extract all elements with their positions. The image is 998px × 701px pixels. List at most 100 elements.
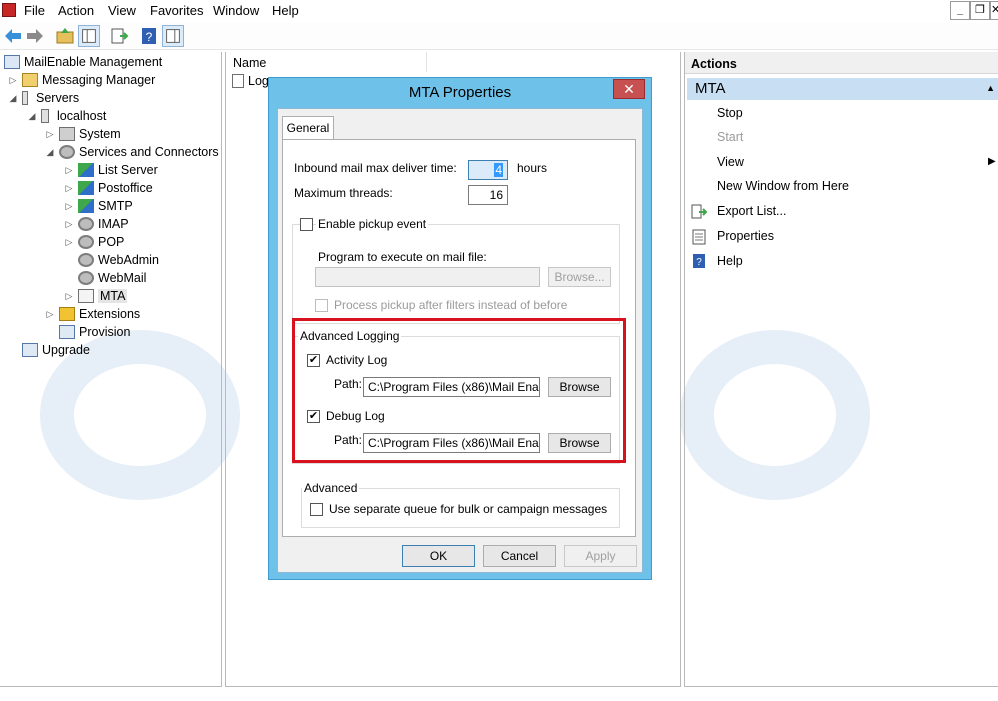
- tab-general[interactable]: General: [282, 116, 334, 140]
- connector-arrows-icon: [78, 181, 94, 195]
- help-icon[interactable]: ?: [138, 25, 160, 47]
- max-threads-field[interactable]: 16: [468, 185, 508, 205]
- upgrade-icon: [22, 343, 38, 357]
- tree-item-label: MTA: [98, 289, 128, 303]
- collapse-arrow-icon[interactable]: ◢: [8, 93, 18, 104]
- pickup-checkbox-label: Enable pickup event: [316, 217, 429, 231]
- forward-arrow-icon[interactable]: [24, 25, 46, 47]
- navigation-tree: MailEnable Management ▷ Messaging Manage…: [0, 52, 222, 687]
- separate-queue-label: Use separate queue for bulk or campaign …: [329, 502, 608, 516]
- export-list-icon: [691, 204, 707, 219]
- column-header-name[interactable]: Name: [227, 52, 427, 72]
- menu-file[interactable]: File: [24, 3, 45, 18]
- up-folder-icon[interactable]: [54, 25, 76, 47]
- tree-item-messaging-manager[interactable]: ▷ Messaging Manager: [8, 71, 155, 89]
- action-export-list[interactable]: Export List...: [717, 204, 786, 218]
- actions-section-mta[interactable]: MTA ▲: [687, 78, 998, 100]
- connector-arrows-icon: [78, 163, 94, 177]
- collapse-arrow-icon[interactable]: ◢: [45, 147, 55, 158]
- browse-program-button: Browse...: [548, 267, 611, 287]
- highlight-box: [292, 318, 626, 463]
- server-icon: [41, 109, 49, 123]
- dialog-close-button[interactable]: ✕: [613, 79, 645, 99]
- expand-arrow-icon[interactable]: ▷: [64, 237, 74, 248]
- tree-item-servers[interactable]: ◢ Servers: [8, 89, 79, 107]
- gear-icon: [78, 271, 94, 285]
- svg-text:?: ?: [146, 30, 153, 44]
- expand-arrow-icon[interactable]: ▷: [64, 183, 74, 194]
- expand-arrow-icon[interactable]: ▷: [64, 165, 74, 176]
- gear-icon: [59, 145, 75, 159]
- expand-arrow-icon[interactable]: ▷: [45, 129, 55, 140]
- expand-arrow-icon[interactable]: ▷: [45, 309, 55, 320]
- tree-item-upgrade[interactable]: Upgrade: [22, 341, 90, 359]
- tree-item-webadmin[interactable]: WebAdmin: [78, 251, 159, 269]
- expand-arrow-icon[interactable]: ▷: [8, 75, 18, 86]
- tree-item-smtp[interactable]: ▷ SMTP: [64, 197, 133, 215]
- tree-item-webmail[interactable]: WebMail: [78, 269, 146, 287]
- menu-window[interactable]: Window: [213, 3, 259, 18]
- apply-button: Apply: [564, 545, 637, 567]
- advanced-title: Advanced: [302, 481, 360, 495]
- minimize-button[interactable]: _: [950, 1, 970, 20]
- extensions-icon: [59, 307, 75, 321]
- menu-favorites[interactable]: Favorites: [150, 3, 203, 18]
- program-label: Program to execute on mail file:: [318, 250, 487, 264]
- menu-help[interactable]: Help: [272, 3, 299, 18]
- tree-item-list-server[interactable]: ▷ List Server: [64, 161, 158, 179]
- action-properties[interactable]: Properties: [717, 229, 774, 243]
- menu-view[interactable]: View: [108, 3, 136, 18]
- system-icon: [59, 127, 75, 141]
- tree-item-extensions[interactable]: ▷ Extensions: [45, 305, 140, 323]
- tree-item-imap[interactable]: ▷ IMAP: [64, 215, 129, 233]
- tree-item-system[interactable]: ▷ System: [45, 125, 121, 143]
- pickup-checkbox[interactable]: [300, 218, 313, 231]
- action-pane-icon[interactable]: [162, 25, 184, 47]
- collapse-caret-icon[interactable]: ▲: [986, 83, 995, 93]
- process-pickup-label: Process pickup after filters instead of …: [334, 298, 568, 312]
- list-item-label: Log: [248, 74, 269, 88]
- actions-title: Actions: [685, 52, 998, 74]
- list-item[interactable]: Log: [232, 74, 269, 88]
- actions-pane: Actions MTA ▲ Stop Start View ▶ New Wind…: [684, 52, 998, 687]
- separate-queue-checkbox[interactable]: [310, 503, 323, 516]
- expand-arrow-icon[interactable]: ▷: [64, 201, 74, 212]
- back-arrow-icon[interactable]: [2, 25, 24, 47]
- tree-item-services-and-connectors[interactable]: ◢ Services and Connectors: [45, 143, 219, 161]
- properties-icon: [692, 229, 706, 245]
- collapse-arrow-icon[interactable]: ◢: [27, 111, 37, 122]
- expand-arrow-icon[interactable]: ▷: [64, 291, 74, 302]
- ok-button[interactable]: OK: [402, 545, 475, 567]
- expand-arrow-icon[interactable]: ▷: [64, 219, 74, 230]
- action-help[interactable]: Help: [717, 254, 743, 268]
- log-file-icon: [232, 74, 244, 88]
- menu-bar: File Action View Favorites Window Help _…: [0, 0, 998, 22]
- tree-item-label: System: [79, 127, 121, 141]
- provision-icon: [59, 325, 75, 339]
- action-stop[interactable]: Stop: [717, 106, 743, 120]
- show-hide-tree-icon[interactable]: [78, 25, 100, 47]
- tree-item-pop[interactable]: ▷ POP: [64, 233, 124, 251]
- tree-item-label: Servers: [36, 91, 80, 105]
- export-list-icon[interactable]: [108, 25, 130, 47]
- restore-button[interactable]: ❐: [970, 1, 990, 20]
- menu-action[interactable]: Action: [58, 3, 94, 18]
- tree-item-provision[interactable]: Provision: [59, 323, 130, 341]
- action-new-window[interactable]: New Window from Here: [717, 179, 849, 193]
- tree-item-label: POP: [98, 235, 125, 249]
- svg-text:?: ?: [696, 257, 702, 268]
- tree-item-label: Provision: [79, 325, 131, 339]
- tree-item-label: Extensions: [79, 307, 141, 321]
- action-view[interactable]: View: [717, 155, 744, 169]
- inbound-time-value: 4: [494, 163, 503, 177]
- tree-item-localhost[interactable]: ◢ localhost: [27, 107, 106, 125]
- tree-item-mta[interactable]: ▷ MTA: [64, 287, 128, 305]
- tree-item-postoffice[interactable]: ▷ Postoffice: [64, 179, 153, 197]
- gear-icon: [78, 253, 94, 267]
- submenu-arrow-icon[interactable]: ▶: [988, 156, 996, 167]
- inbound-time-field[interactable]: 4: [468, 160, 508, 180]
- envelope-icon: [78, 289, 94, 303]
- tree-item-mailenable-management[interactable]: MailEnable Management: [4, 53, 162, 71]
- close-window-button[interactable]: ✕: [990, 1, 998, 20]
- cancel-button[interactable]: Cancel: [483, 545, 556, 567]
